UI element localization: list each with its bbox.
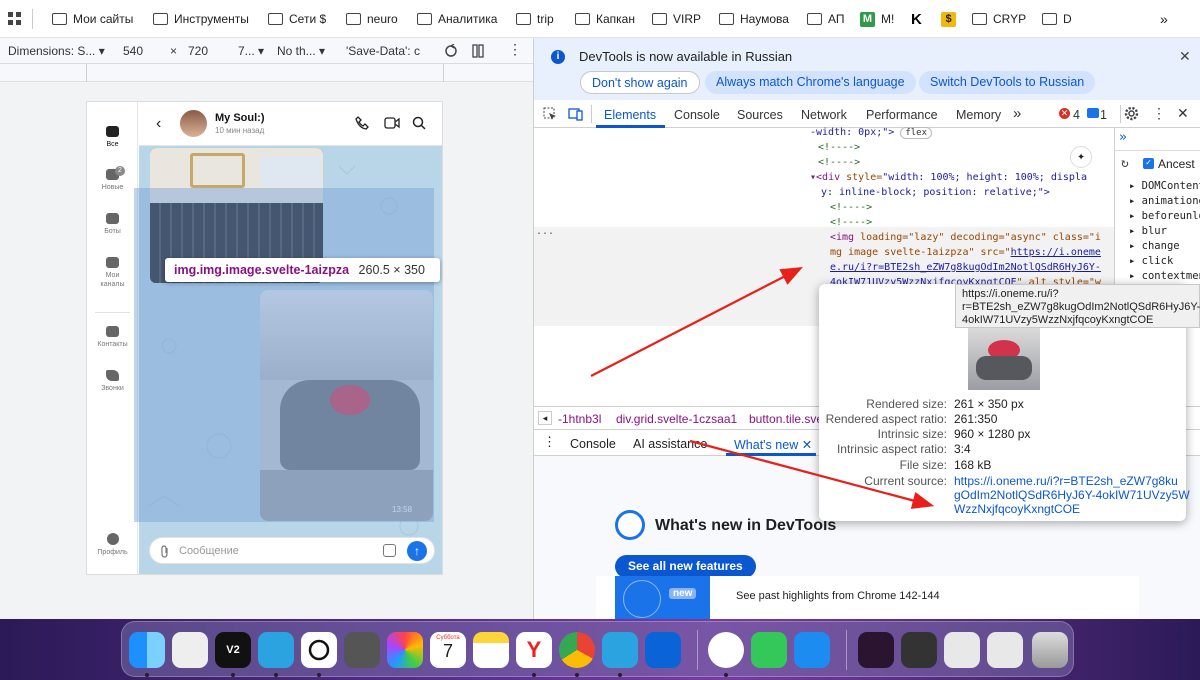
- windows-app-icon[interactable]: [645, 632, 681, 668]
- dock-divider: [697, 630, 698, 670]
- arrow-to-src: [590, 266, 803, 377]
- calendar-date: 7: [442, 641, 453, 661]
- recent-window-thumbnail[interactable]: [901, 632, 937, 668]
- dock: V2 Суббота 7 Y: [121, 621, 1074, 677]
- facetime-icon[interactable]: [751, 632, 787, 668]
- running-dot: [575, 673, 579, 677]
- running-dot: [724, 673, 728, 677]
- running-dot: [317, 673, 321, 677]
- finder-icon[interactable]: [129, 632, 165, 668]
- notes-icon[interactable]: [473, 632, 509, 668]
- running-dot: [618, 673, 622, 677]
- chrome-icon[interactable]: [559, 632, 595, 668]
- recent-window-thumbnail[interactable]: [944, 632, 980, 668]
- max-messenger-icon[interactable]: [708, 632, 744, 668]
- running-dot: [532, 673, 536, 677]
- calculator-icon[interactable]: [344, 632, 380, 668]
- calendar-icon[interactable]: Суббота 7: [430, 632, 466, 668]
- running-dot: [274, 673, 278, 677]
- running-dot: [145, 673, 149, 677]
- arrow-to-source: [689, 439, 935, 509]
- annotation-arrows: [590, 266, 935, 509]
- telegram-icon[interactable]: [258, 632, 294, 668]
- recent-window-thumbnail[interactable]: [858, 632, 894, 668]
- chatgpt-icon[interactable]: [301, 632, 337, 668]
- launchpad-icon[interactable]: [172, 632, 208, 668]
- recent-window-thumbnail[interactable]: [987, 632, 1023, 668]
- running-dot: [231, 673, 235, 677]
- trash-icon[interactable]: [1032, 632, 1068, 668]
- v2-app-icon[interactable]: V2: [215, 632, 251, 668]
- dock-divider: [846, 630, 847, 670]
- telegram-desktop-icon[interactable]: [602, 632, 638, 668]
- app-store-icon[interactable]: [794, 632, 830, 668]
- yandex-browser-icon[interactable]: Y: [516, 632, 552, 668]
- photos-icon[interactable]: [387, 632, 423, 668]
